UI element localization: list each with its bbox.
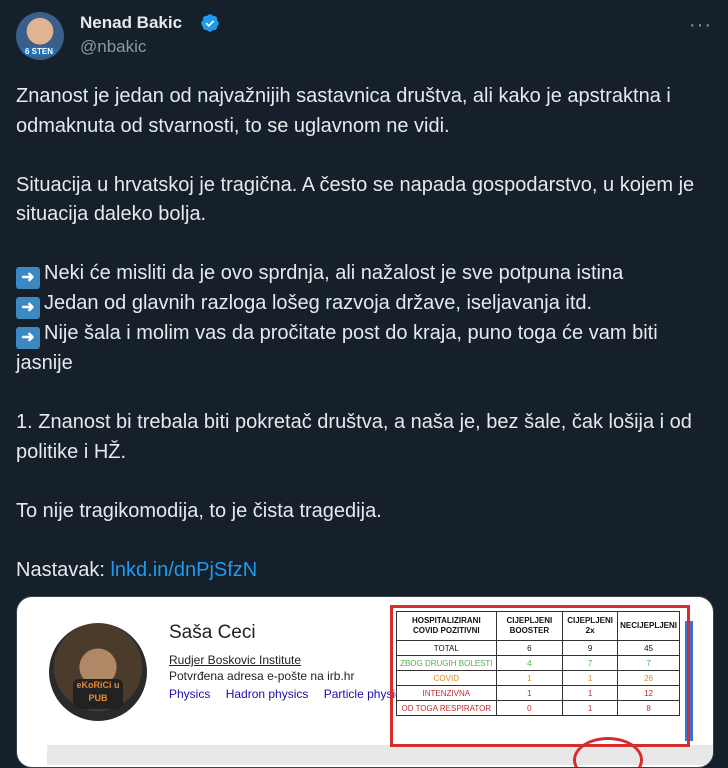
profile-institution: Rudjer Boskovic Institute — [169, 653, 302, 667]
tweet-paragraph-4: 1. Znanost bi trebala biti pokretač druš… — [16, 411, 692, 463]
shirt-print: eKoRiCi u PUB — [73, 679, 123, 709]
author-handle[interactable]: @nbakic — [80, 37, 146, 57]
bullet-text: Nije šala i molim vas da pročitate post … — [16, 322, 658, 374]
tweet-header: 6 STEN Nenad Bakic @nbakic ··· — [16, 12, 712, 62]
highlight-box — [390, 605, 690, 747]
tweet-continuation: Nastavak: lnkd.in/dnPjSfzN — [16, 556, 716, 586]
bullet-item: ➜ Neki će misliti da je ovo sprdnja, ali … — [16, 259, 716, 289]
author-name[interactable]: Nenad Bakic — [80, 13, 182, 33]
right-arrow-icon: ➜ — [16, 327, 40, 349]
tweet-paragraph-5: To nije tragikomodija, to je čista trage… — [16, 499, 382, 522]
bullet-text: Jedan od glavnih razloga lošeg razvoja d… — [44, 292, 593, 314]
tweet-bullet-list: ➜ Neki će misliti da je ovo sprdnja, ali … — [16, 259, 716, 379]
author-avatar[interactable]: 6 STEN — [16, 12, 64, 60]
attached-image[interactable]: eKoRiCi u PUB Saša Ceci Rudjer Boskovic … — [16, 596, 714, 768]
bullet-item: ➜ Nije šala i molim vas da pročitate post… — [16, 319, 716, 379]
profile-tags: Physics Hadron physics Particle physics — [169, 687, 419, 701]
profile-tag: Hadron physics — [225, 687, 309, 701]
profile-tag: Physics — [169, 687, 211, 701]
right-arrow-icon: ➜ — [16, 297, 40, 319]
tweet-text: Znanost je jedan od najvažnijih sastavni… — [16, 82, 716, 615]
profile-name: Saša Ceci — [169, 622, 256, 643]
profile-photo: eKoRiCi u PUB — [49, 623, 147, 721]
continuation-link[interactable]: lnkd.in/dnPjSfzN — [110, 559, 257, 581]
tweet-paragraph-1: Znanost je jedan od najvažnijih sastavni… — [16, 85, 671, 137]
tweet-paragraph-2: Situacija u hrvatskoj je tragična. A čes… — [16, 173, 695, 226]
profile-email: Potvrđena adresa e-pošte na irb.hr — [169, 669, 355, 683]
avatar-badge: 6 STEN — [22, 47, 57, 56]
bullet-item: ➜ Jedan od glavnih razloga lošeg razvoja … — [16, 289, 716, 319]
right-arrow-icon: ➜ — [16, 267, 40, 289]
bullet-text: Neki će misliti da je ovo sprdnja, ali n… — [44, 262, 624, 284]
more-options-icon[interactable]: ··· — [689, 14, 712, 37]
verified-badge-icon — [201, 14, 219, 32]
continuation-label: Nastavak: — [16, 558, 111, 581]
